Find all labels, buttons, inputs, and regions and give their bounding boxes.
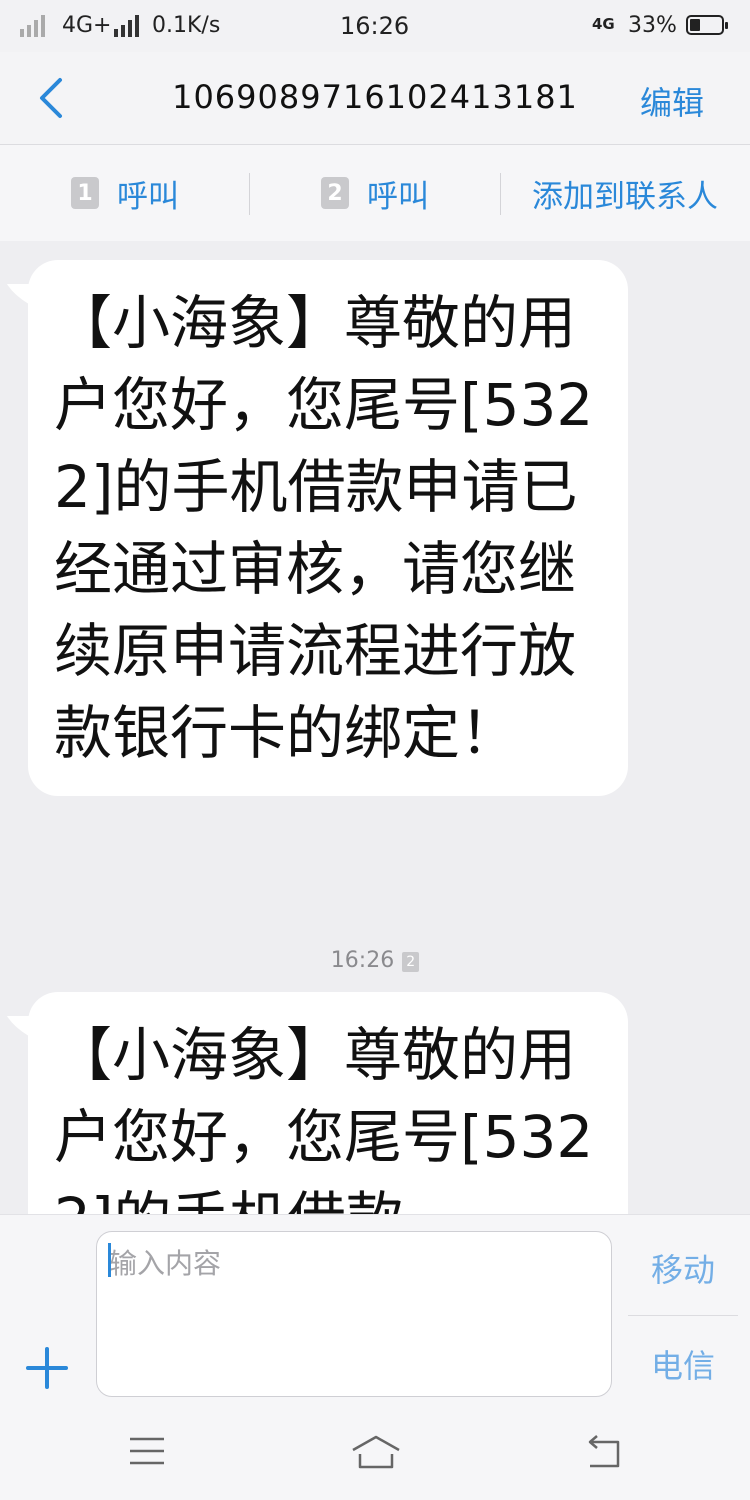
- bubble-tail: [6, 284, 56, 310]
- add-attachment-button[interactable]: [22, 1343, 72, 1393]
- plus-icon: [26, 1347, 68, 1389]
- send-sim1-button[interactable]: 移动: [628, 1245, 738, 1291]
- message-text: 【小海象】尊敬的用户您好，您尾号[5322]的手机借款申请已经通过审核，请您继续…: [54, 289, 594, 767]
- message-time: 16:26: [330, 948, 395, 973]
- menu-icon: [130, 1437, 164, 1465]
- call-sim1-label: 呼叫: [117, 178, 179, 215]
- network-type-2: 4G: [592, 15, 615, 33]
- action-bar: 1 呼叫 2 呼叫 添加到联系人: [0, 145, 750, 241]
- message-input[interactable]: [96, 1231, 612, 1397]
- home-button[interactable]: [350, 1434, 402, 1474]
- chevron-left-icon: [40, 78, 62, 118]
- message-list[interactable]: 【小海象】尊敬的用户您好，您尾号[5322]的手机借款申请已经通过审核，请您继续…: [0, 242, 750, 1214]
- send-sim2-button[interactable]: 电信: [628, 1341, 738, 1387]
- sim2-icon: 2: [402, 952, 420, 972]
- bubble-tail: [6, 1016, 56, 1042]
- message-timestamp: 16:26 2: [0, 948, 750, 973]
- signal-icon-sim2: [114, 12, 139, 40]
- status-bar: 4G+ 0.1K/s 16:26 4G 33%: [0, 0, 750, 52]
- back-button[interactable]: [30, 74, 78, 122]
- text-caret: [108, 1243, 111, 1277]
- call-sim2-button[interactable]: 2 呼叫: [250, 145, 500, 241]
- compose-bar: 移动 电信: [0, 1214, 750, 1411]
- battery-icon: [686, 15, 728, 35]
- call-sim2-label: 呼叫: [367, 178, 429, 215]
- status-time: 16:26: [340, 12, 410, 40]
- system-nav-bar: [0, 1410, 750, 1500]
- conversation-title: 106908971610241318​1: [172, 78, 578, 116]
- nav-bar: 106908971610241318​1 编辑: [0, 52, 750, 145]
- home-icon: [352, 1435, 400, 1469]
- system-back-button[interactable]: [584, 1434, 624, 1474]
- battery-fill: [690, 19, 700, 31]
- menu-button[interactable]: [128, 1434, 166, 1472]
- sim2-icon: 2: [321, 177, 349, 209]
- signal-icon-sim1: [20, 12, 45, 40]
- call-sim1-button[interactable]: 1 呼叫: [0, 145, 250, 241]
- divider: [628, 1315, 738, 1316]
- network-speed: 0.1K/s: [152, 13, 221, 38]
- edit-button[interactable]: 编辑: [640, 78, 704, 124]
- message-bubble[interactable]: 【小海象】尊敬的用户您好，您尾号[5322]的手机借款申请已经通过审核，请您继续…: [6, 260, 628, 796]
- return-icon: [588, 1435, 620, 1468]
- message-bubble[interactable]: 【小海象】尊敬的用户您好，您尾号[5322]的手机借款: [6, 992, 628, 1214]
- battery-percent: 33%: [628, 13, 677, 38]
- sim1-icon: 1: [71, 177, 99, 209]
- message-text: 【小海象】尊敬的用户您好，您尾号[5322]的手机借款: [54, 1021, 594, 1214]
- network-type: 4G+: [62, 13, 112, 38]
- add-to-contacts-button[interactable]: 添加到联系人: [500, 145, 750, 241]
